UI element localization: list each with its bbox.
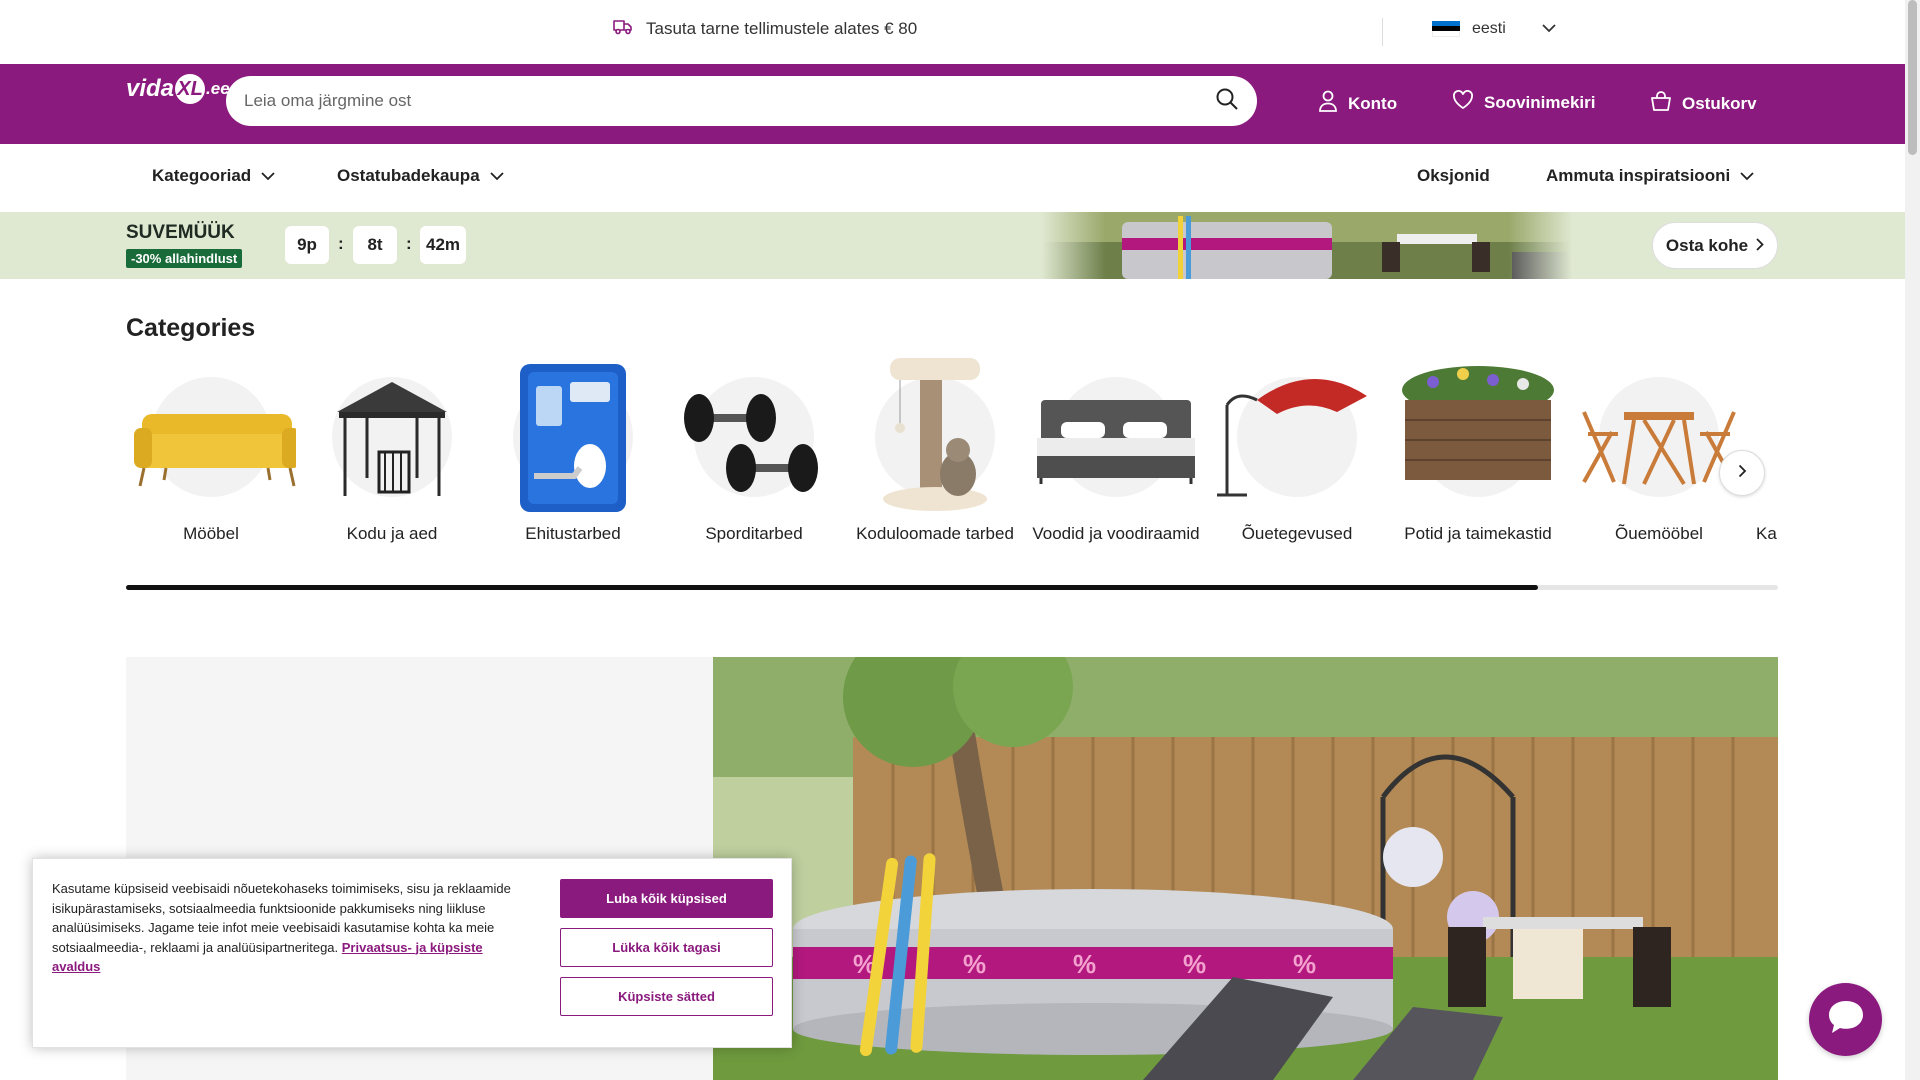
category-item-pet-supplies[interactable]: Koduloomade tarbed [850, 352, 1020, 572]
account-label: Konto [1348, 93, 1398, 113]
nav-categories[interactable]: Kategooriad [152, 166, 275, 186]
sale-banner-image [1042, 212, 1572, 279]
categories-carousel: Mööbel Kodu ja aed Ehitustarbed Spordita… [126, 352, 1778, 572]
search-icon[interactable] [1215, 87, 1239, 116]
buy-now-label: Osta kohe [1665, 235, 1749, 255]
buy-now-button[interactable]: Osta kohe [1652, 222, 1778, 269]
bed-icon [1037, 372, 1195, 502]
category-label: Õuemööbel [1615, 524, 1703, 543]
search-input[interactable] [244, 91, 1215, 111]
delivery-truck-icon [612, 16, 634, 41]
timer-separator: : [406, 234, 412, 253]
promo-text: Tasuta tarne tellimustele alates € 80 [646, 18, 918, 38]
cat-tree-icon [870, 358, 1000, 511]
category-item-construction[interactable]: Ehitustarbed [488, 352, 658, 572]
svg-text:%: % [963, 949, 986, 979]
category-item-sports[interactable]: Sporditarbed [669, 352, 839, 572]
timer-minutes: 42m [420, 226, 466, 264]
main-nav: Kategooriad Ostatubadekaupa Oksjonid Amm… [0, 144, 1905, 212]
carousel-scroll-track[interactable] [126, 585, 1778, 590]
language-label: eesti [1472, 20, 1506, 37]
category-label: Ka [1756, 524, 1777, 543]
category-label: Ehitustarbed [525, 524, 621, 543]
toolcase-icon [508, 364, 638, 512]
nav-shop-by-room[interactable]: Ostatubadekaupa [337, 166, 504, 186]
sale-title: SUVEMÜÜK [126, 222, 235, 243]
category-label: Sporditarbed [705, 524, 803, 543]
chevron-right-icon [1756, 236, 1764, 256]
partial-item-icon [1775, 372, 1778, 502]
page: Tasuta tarne tellimustele alates € 80 ee… [0, 0, 1920, 1080]
nav-auctions[interactable]: Oksjonid [1417, 166, 1490, 186]
gazebo-icon [327, 372, 457, 502]
bistro-set-icon [1582, 372, 1736, 502]
category-label: Voodid ja voodiraamid [1032, 524, 1200, 543]
category-item-garden-furniture[interactable]: Õuemööbel [1574, 352, 1744, 572]
chevron-down-icon [490, 166, 504, 186]
category-item-beds[interactable]: Voodid ja voodiraamid [1031, 352, 1201, 572]
topbar-divider [1382, 18, 1383, 46]
cookie-text: Kasutame küpsiseid veebisaidi nõuetekoha… [52, 879, 527, 977]
basket-icon [1650, 90, 1672, 117]
chat-button[interactable] [1809, 983, 1882, 1056]
chevron-right-icon [1738, 464, 1747, 483]
nav-inspiration[interactable]: Ammuta inspiratsiooni [1546, 166, 1754, 186]
nav-shop-by-room-label: Ostatubadekaupa [337, 166, 480, 185]
parasol-icon [1217, 372, 1367, 502]
accept-all-cookies-button[interactable]: Luba kõik küpsised [560, 879, 773, 918]
estonia-flag-icon [1432, 21, 1460, 37]
summer-sale-banner[interactable]: SUVEMÜÜK -30% allahindlust 9p : 8t : 42m… [0, 212, 1905, 279]
category-item-planters[interactable]: Potid ja taimekastid [1393, 352, 1563, 572]
wishlist-link[interactable]: Soovinimekiri [1452, 90, 1595, 115]
chevron-down-icon [261, 166, 275, 186]
chevron-down-icon [1542, 20, 1556, 38]
category-label: Õuetegevused [1241, 524, 1353, 543]
nav-inspiration-label: Ammuta inspiratsiooni [1546, 166, 1731, 185]
wishlist-label: Soovinimekiri [1484, 92, 1596, 112]
timer-hours: 8t [353, 226, 397, 264]
nav-auctions-label: Oksjonid [1417, 166, 1490, 185]
svg-text:%: % [1073, 949, 1096, 979]
top-promo-bar: Tasuta tarne tellimustele alates € 80 ee… [0, 0, 1905, 64]
category-label: Potid ja taimekastid [1404, 524, 1552, 543]
carousel-scroll-thumb[interactable] [126, 585, 1539, 590]
chat-bubble-icon [1826, 998, 1866, 1041]
svg-text:%: % [1293, 949, 1316, 979]
cookie-consent-dialog: Kasutame küpsiseid veebisaidi nõuetekoha… [32, 858, 792, 1048]
carousel-next-button[interactable] [1719, 450, 1765, 496]
timer-days: 9p [285, 226, 329, 264]
discount-badge: -30% allahindlust [126, 249, 243, 268]
language-selector[interactable]: eesti [1432, 20, 1556, 38]
scrollbar-thumb[interactable] [1908, 0, 1917, 155]
dumbbell-icon [684, 372, 819, 502]
planter-icon [1402, 366, 1554, 502]
main-header: vidaXL.ee Konto Soovinimekiri Ostukorv [0, 64, 1905, 144]
timer-separator: : [338, 234, 344, 253]
heart-icon [1452, 90, 1474, 115]
category-item-furniture[interactable]: Mööbel [126, 352, 296, 572]
free-delivery-promo: Tasuta tarne tellimustele alates € 80 [612, 16, 917, 41]
reject-all-cookies-button[interactable]: Lükka kõik tagasi [560, 928, 773, 967]
category-label: Koduloomade tarbed [856, 524, 1014, 543]
category-label: Kodu ja aed [346, 524, 438, 543]
categories-heading: Categories [126, 314, 256, 342]
cookie-settings-button[interactable]: Küpsiste sätted [560, 977, 773, 1016]
category-label: Mööbel [183, 524, 239, 543]
cart-link[interactable]: Ostukorv [1650, 90, 1757, 117]
search-bar [226, 76, 1257, 126]
nav-categories-label: Kategooriad [152, 166, 252, 185]
user-icon [1318, 90, 1338, 117]
cart-label: Ostukorv [1682, 93, 1757, 113]
page-scrollbar[interactable] [1905, 0, 1920, 1080]
hero-image[interactable]: %%%%% [713, 657, 1778, 1080]
svg-text:%: % [1183, 949, 1206, 979]
account-link[interactable]: Konto [1318, 90, 1397, 117]
sofa-icon [134, 372, 296, 502]
chevron-down-icon [1740, 166, 1754, 186]
category-item-outdoor-activities[interactable]: Õuetegevused [1212, 352, 1382, 572]
vidaxl-logo[interactable]: vida XL .ee [126, 74, 230, 104]
category-item-home-garden[interactable]: Kodu ja aed [307, 352, 477, 572]
